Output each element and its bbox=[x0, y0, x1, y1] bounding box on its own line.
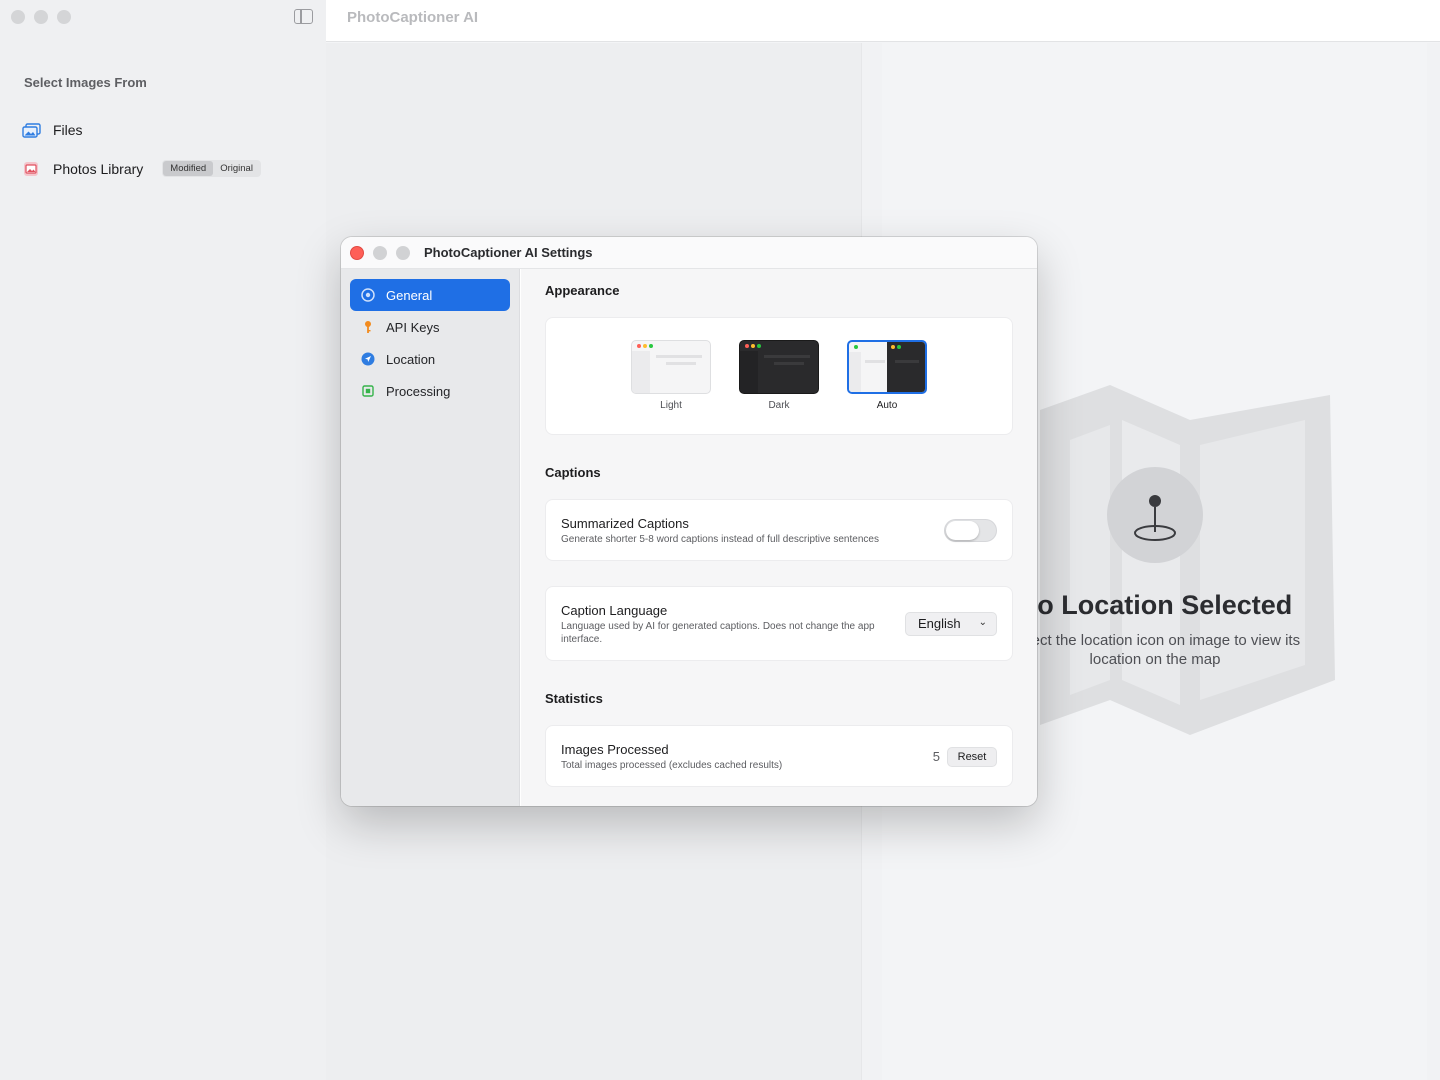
theme-option-label: Auto bbox=[876, 400, 898, 411]
settings-titlebar: PhotoCaptioner AI Settings bbox=[341, 237, 1037, 269]
gear-icon bbox=[361, 288, 375, 302]
sidebar-item-label: Photos Library bbox=[53, 160, 144, 177]
sidebar-item-label: Files bbox=[53, 122, 83, 138]
zoom-button[interactable] bbox=[57, 10, 71, 24]
settings-tab-label: General bbox=[386, 287, 433, 303]
theme-option-light[interactable]: Light bbox=[630, 340, 712, 411]
light-theme-preview bbox=[631, 340, 711, 394]
settings-tab-general[interactable]: General bbox=[350, 279, 510, 311]
theme-option-auto[interactable]: Auto bbox=[846, 340, 928, 411]
sidebar-heading: Select Images From bbox=[24, 75, 147, 90]
theme-option-label: Dark bbox=[768, 400, 790, 411]
settings-tab-label: API Keys bbox=[386, 319, 440, 335]
app-title: PhotoCaptioner AI bbox=[347, 9, 479, 26]
toggle-knob bbox=[946, 521, 979, 540]
location-arrow-icon bbox=[361, 352, 375, 366]
settings-tab-processing[interactable]: Processing bbox=[350, 375, 510, 407]
photo-stack-icon bbox=[21, 122, 41, 138]
folded-map-icon bbox=[1040, 385, 1335, 735]
close-button[interactable] bbox=[11, 10, 25, 24]
empty-state-title: No Location Selected bbox=[1017, 590, 1293, 620]
caption-language-label: Caption Language bbox=[561, 603, 668, 618]
location-pin-icon bbox=[1134, 495, 1176, 541]
caption-language-description: Language used by AI for generated captio… bbox=[561, 621, 875, 645]
settings-tab-label: Location bbox=[386, 351, 436, 367]
sidebar-item-photos-library[interactable]: Photos Library Modified Original bbox=[21, 160, 261, 177]
images-processed-count: 5 bbox=[932, 749, 940, 764]
statistics-section-title: Statistics bbox=[545, 691, 603, 706]
images-processed-description: Total images processed (excludes cached … bbox=[561, 760, 783, 771]
summarized-captions-toggle[interactable] bbox=[944, 519, 997, 542]
settings-content: Appearance Light Dark Auto Captions Summ… bbox=[521, 269, 1037, 806]
sidebar-toggle-icon[interactable] bbox=[294, 9, 313, 24]
caption-language-card: Caption Language Language used by AI for… bbox=[545, 586, 1013, 661]
settings-window-controls bbox=[350, 246, 410, 260]
key-icon bbox=[361, 320, 375, 334]
appearance-section-title: Appearance bbox=[545, 283, 620, 298]
window-controls bbox=[11, 10, 71, 24]
chevron-down-icon: ⌄ bbox=[978, 617, 987, 628]
minimize-button[interactable] bbox=[34, 10, 48, 24]
captions-section-title: Captions bbox=[545, 465, 601, 480]
settings-window-title: PhotoCaptioner AI Settings bbox=[424, 245, 593, 260]
auto-theme-preview bbox=[847, 340, 927, 394]
chip-icon bbox=[361, 384, 375, 398]
segment-original[interactable]: Original bbox=[213, 161, 260, 176]
theme-option-label: Light bbox=[660, 400, 682, 411]
summarized-captions-label: Summarized Captions bbox=[561, 516, 689, 531]
caption-language-value: English bbox=[918, 616, 961, 631]
settings-zoom-button[interactable] bbox=[396, 246, 410, 260]
settings-tab-label: Processing bbox=[386, 383, 451, 399]
settings-tab-api-keys[interactable]: API Keys bbox=[350, 311, 510, 343]
settings-minimize-button[interactable] bbox=[373, 246, 387, 260]
theme-option-dark[interactable]: Dark bbox=[738, 340, 820, 411]
photos-version-segmented-control[interactable]: Modified Original bbox=[162, 160, 261, 177]
empty-state-subtitle: Select the location icon on image to vie… bbox=[1009, 632, 1301, 668]
settings-tab-location[interactable]: Location bbox=[350, 343, 510, 375]
caption-language-select[interactable]: English ⌄ bbox=[905, 612, 997, 636]
appearance-card: Light Dark Auto bbox=[545, 317, 1013, 435]
settings-window: PhotoCaptioner AI Settings General API K… bbox=[341, 237, 1037, 806]
sidebar: Select Images From Files Photos Library bbox=[0, 0, 326, 1080]
summarized-captions-description: Generate shorter 5-8 word captions inste… bbox=[561, 534, 879, 545]
images-processed-label: Images Processed bbox=[561, 742, 669, 757]
segment-modified[interactable]: Modified bbox=[163, 161, 214, 176]
images-processed-card: Images Processed Total images processed … bbox=[545, 725, 1013, 787]
sidebar-item-files[interactable]: Files bbox=[21, 122, 83, 138]
photos-app-icon bbox=[21, 161, 41, 177]
summarized-captions-card: Summarized Captions Generate shorter 5-8… bbox=[545, 499, 1013, 561]
dark-theme-preview bbox=[739, 340, 819, 394]
settings-close-button[interactable] bbox=[350, 246, 364, 260]
reset-button[interactable]: Reset bbox=[947, 747, 997, 767]
settings-sidebar: General API Keys Location Processing bbox=[341, 269, 520, 806]
toolbar: PhotoCaptioner AI bbox=[326, 0, 1440, 42]
